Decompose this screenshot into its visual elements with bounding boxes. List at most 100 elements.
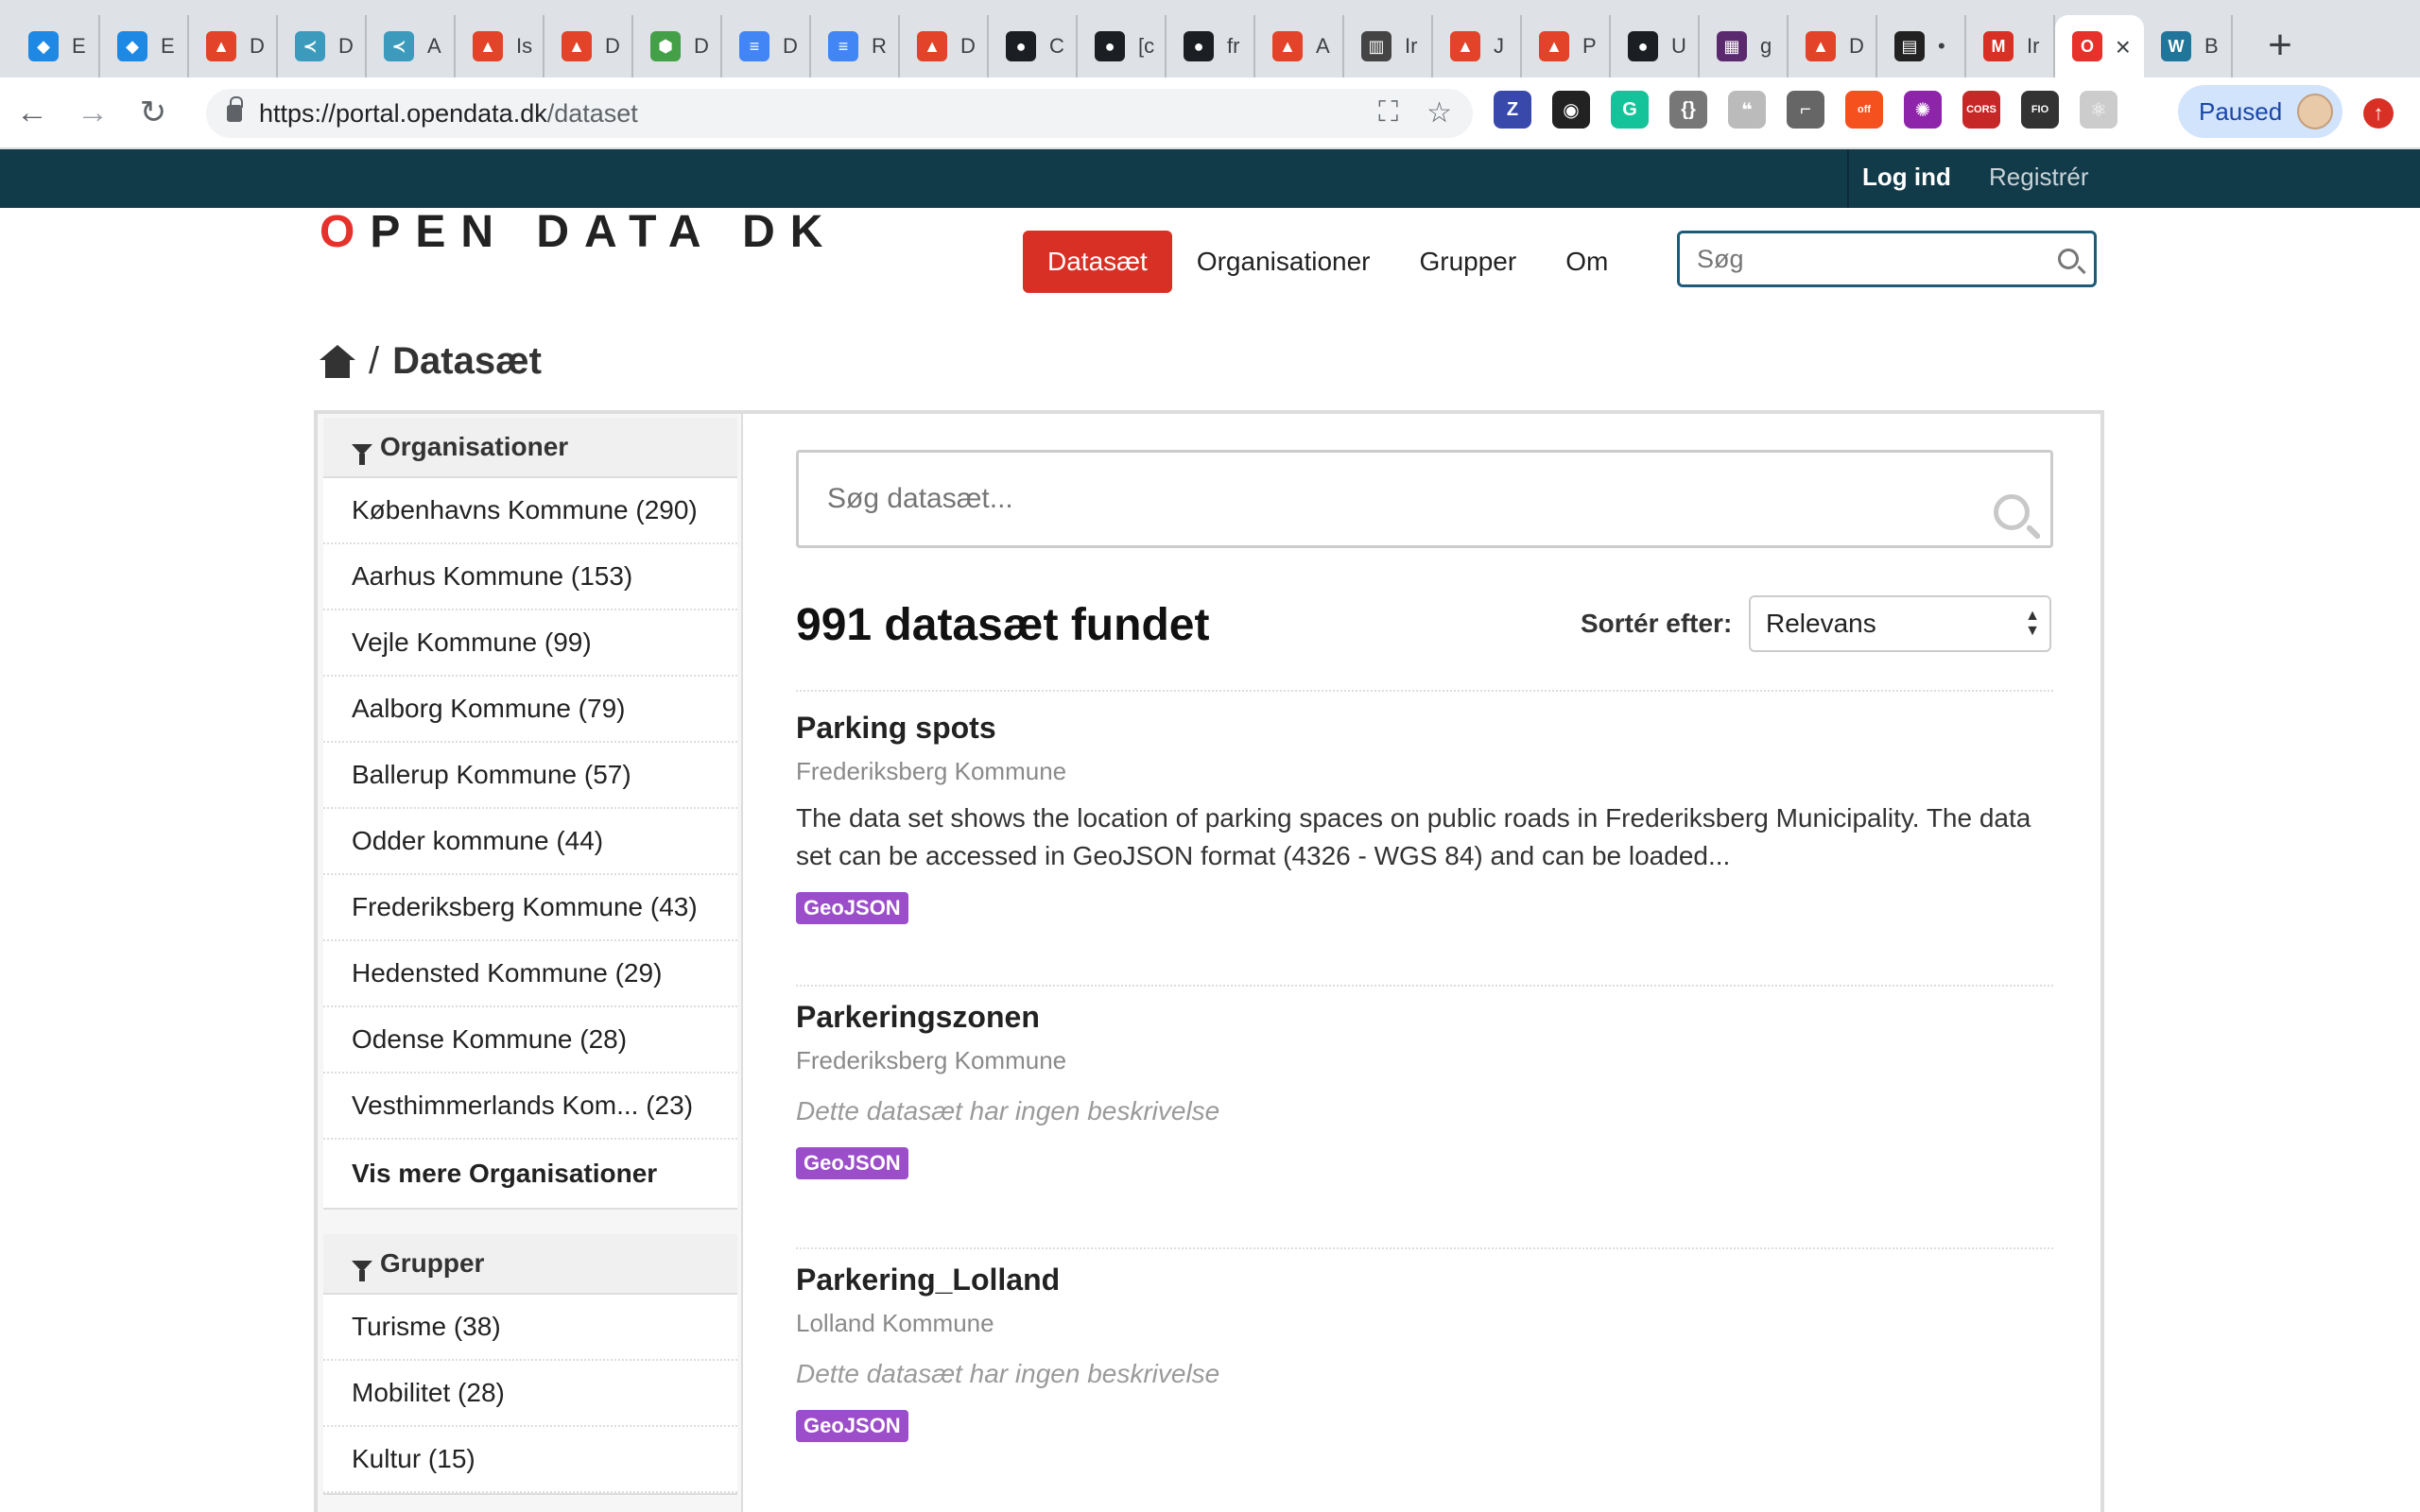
- tab-title: D: [694, 34, 709, 58]
- browser-tab[interactable]: ● fr: [1167, 15, 1255, 77]
- close-tab-icon[interactable]: ×: [2116, 32, 2131, 62]
- facet-item-organisation[interactable]: Vejle Kommune (99): [323, 610, 737, 677]
- browser-tab[interactable]: ◆ E: [100, 15, 189, 77]
- off-extension-icon[interactable]: off: [1845, 91, 1883, 129]
- search-icon[interactable]: [2058, 249, 2079, 269]
- grammarly-icon[interactable]: G: [1611, 91, 1649, 129]
- tab-title: P: [1582, 34, 1597, 58]
- browser-tab[interactable]: ▲ A: [1255, 15, 1344, 77]
- dataset-title-link[interactable]: Parking spots: [796, 711, 2053, 746]
- facet-heading: Organisationer: [323, 418, 737, 478]
- profile-button[interactable]: Paused: [2178, 85, 2342, 138]
- z-extension-icon[interactable]: Z: [1494, 91, 1531, 129]
- dataset-search-input[interactable]: [827, 483, 1943, 515]
- address-bar[interactable]: https://portal.opendata.dk/dataset ⛶ ☆: [206, 89, 1473, 138]
- bookmark-star-icon[interactable]: ☆: [1426, 96, 1452, 129]
- browser-tab[interactable]: ▲ D: [1789, 15, 1877, 77]
- fio-extension-icon[interactable]: FIO: [2021, 91, 2059, 129]
- browser-tab[interactable]: ● C: [989, 15, 1078, 77]
- site-logo[interactable]: OPEN DATA DK: [320, 206, 838, 258]
- browser-tab[interactable]: ◆ E: [11, 15, 100, 77]
- facet-item-organisation[interactable]: Hedensted Kommune (29): [323, 941, 737, 1007]
- dataset-title-link[interactable]: Parkeringszonen: [796, 1000, 2053, 1035]
- format-badge[interactable]: GeoJSON: [796, 892, 908, 924]
- translate-icon[interactable]: ⛶: [1378, 96, 1398, 129]
- tab-title: D: [783, 34, 798, 58]
- facet-item-group[interactable]: Mobilitet (28): [323, 1361, 737, 1427]
- facet-item-organisation[interactable]: Vesthimmerlands Kom... (23): [323, 1074, 737, 1140]
- login-link[interactable]: Log ind: [1862, 163, 1951, 192]
- dataset-title-link[interactable]: Parkering_Lolland: [796, 1263, 2053, 1297]
- site-search: [1677, 231, 2097, 287]
- browser-tab[interactable]: ▲ D: [544, 15, 633, 77]
- camera-extension-icon[interactable]: ◉: [1552, 91, 1590, 129]
- result-divider: [796, 1247, 2053, 1249]
- lock-icon: [227, 96, 243, 122]
- update-icon[interactable]: ↑: [2363, 98, 2394, 129]
- browser-tab[interactable]: ≺ A: [367, 15, 456, 77]
- browser-tab[interactable]: ≺ D: [278, 15, 367, 77]
- kite-icon: ≺: [295, 31, 325, 61]
- nav-organisations[interactable]: Organisationer: [1172, 231, 1395, 293]
- breadcrumb-current[interactable]: Datasæt: [392, 340, 542, 383]
- facet-item-organisation[interactable]: Frederiksberg Kommune (43): [323, 875, 737, 941]
- browser-tab[interactable]: ▤ •: [1877, 15, 1966, 77]
- profile-status-label: Paused: [2199, 96, 2283, 126]
- gitlab-icon: ▲: [1450, 31, 1480, 61]
- nav-groups[interactable]: Grupper: [1394, 231, 1541, 293]
- facet-item-organisation[interactable]: Aarhus Kommune (153): [323, 544, 737, 610]
- facet-item-organisation[interactable]: Københavns Kommune (290): [323, 478, 737, 544]
- tab-title: fr: [1227, 34, 1240, 58]
- browser-tab[interactable]: ▥ Ir: [1344, 15, 1433, 77]
- google-docs-icon: ≡: [828, 31, 858, 61]
- tab-title: B: [2204, 34, 2219, 58]
- json-extension-icon[interactable]: {}: [1669, 91, 1707, 129]
- browser-tab[interactable]: ▲ D: [189, 15, 278, 77]
- home-icon[interactable]: [320, 344, 355, 379]
- register-link[interactable]: Registrér: [1989, 163, 2088, 192]
- site-search-input[interactable]: [1697, 244, 2037, 274]
- dataset-description: Dette datasæt har ingen beskrivelse: [796, 1359, 1220, 1388]
- github-icon: ●: [1006, 31, 1036, 61]
- format-badge[interactable]: GeoJSON: [796, 1410, 908, 1442]
- forward-icon[interactable]: →: [64, 84, 121, 141]
- browser-tab[interactable]: WB: [2144, 15, 2233, 77]
- browser-tab[interactable]: ▲ Is: [456, 15, 544, 77]
- chat-extension-icon[interactable]: ❝: [1728, 91, 1766, 129]
- browser-tab[interactable]: O ×: [2055, 15, 2144, 77]
- browser-tab[interactable]: ● U: [1611, 15, 1700, 77]
- react-extension-icon[interactable]: ⚛: [2080, 91, 2118, 129]
- paint-roller-icon[interactable]: ⌐: [1787, 91, 1824, 129]
- back-icon[interactable]: ←: [4, 84, 60, 141]
- facet-item-organisation[interactable]: Ballerup Kommune (57): [323, 743, 737, 809]
- facet-item-group[interactable]: Kultur (15): [323, 1427, 737, 1493]
- browser-tab[interactable]: ▲ D: [900, 15, 989, 77]
- nav-datasets[interactable]: Datasæt: [1023, 231, 1172, 293]
- gitlab-icon: ▲: [562, 31, 592, 61]
- browser-tab[interactable]: ≡ D: [722, 15, 811, 77]
- cors-extension-icon[interactable]: CORS: [1962, 91, 2000, 129]
- facet-item-organisation[interactable]: Odder kommune (44): [323, 809, 737, 875]
- browser-tab[interactable]: ▦ g: [1700, 15, 1789, 77]
- sort-select[interactable]: Relevans ▲ ▼: [1749, 595, 2051, 652]
- github-icon: ●: [1628, 31, 1658, 61]
- reload-icon[interactable]: ↻: [125, 84, 182, 141]
- browser-tab[interactable]: ▲ J: [1433, 15, 1522, 77]
- new-tab-icon[interactable]: +: [2252, 17, 2308, 74]
- show-more-organisations-link[interactable]: Vis mere Organisationer: [323, 1140, 737, 1208]
- browser-tab[interactable]: M Ir: [1966, 15, 2055, 77]
- browser-tab[interactable]: ● [c: [1078, 15, 1167, 77]
- facet-item-organisation[interactable]: Aalborg Kommune (79): [323, 677, 737, 743]
- search-icon[interactable]: [1994, 494, 2030, 530]
- format-badge[interactable]: GeoJSON: [796, 1147, 908, 1179]
- nav-about[interactable]: Om: [1541, 231, 1633, 293]
- facet-item-organisation[interactable]: Odense Kommune (28): [323, 1007, 737, 1074]
- color-wheel-icon[interactable]: ✺: [1904, 91, 1942, 129]
- address-url[interactable]: https://portal.opendata.dk/dataset: [259, 99, 638, 129]
- browser-tab[interactable]: ≡ R: [811, 15, 900, 77]
- facet-item-group[interactable]: Turisme (38): [323, 1295, 737, 1361]
- browser-tab[interactable]: ▲ P: [1522, 15, 1611, 77]
- browser-tab[interactable]: ⬢ D: [633, 15, 722, 77]
- browser-tab-strip: ◆ E ◆ E ▲ D ≺ D ≺ A ▲ Is ▲ D ⬢ D ≡ D ≡ R ▲ D ● C ● [c ● fr ▲ A ▥ Ir ▲ J ▲ P…: [0, 0, 2420, 77]
- tab-title: D: [605, 34, 620, 58]
